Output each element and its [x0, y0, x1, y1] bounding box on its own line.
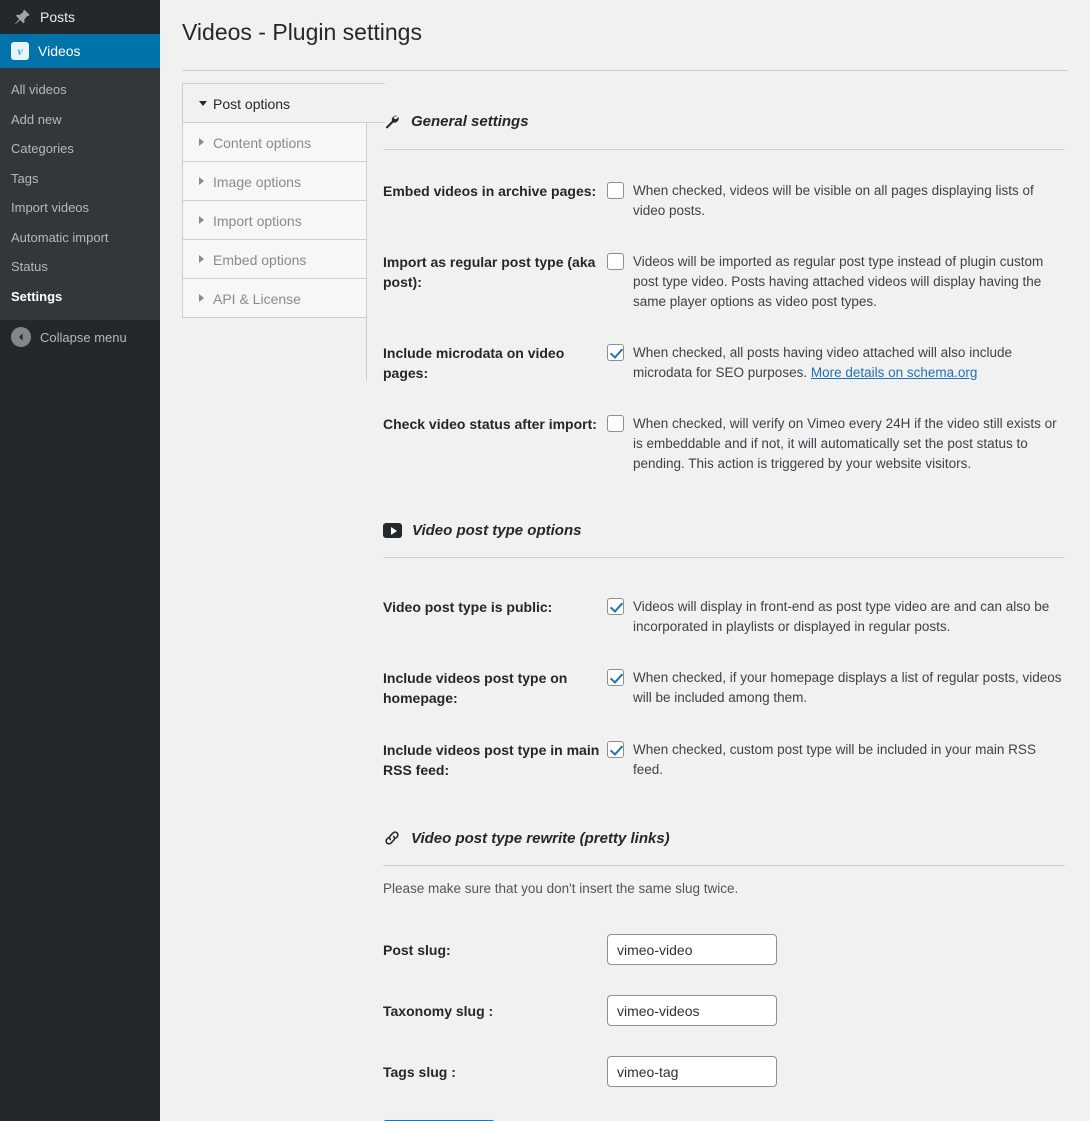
setting-label: Include microdata on video pages:	[383, 344, 565, 382]
setting-label: Import as regular post type (aka post):	[383, 253, 596, 291]
sidebar-submenu: All videos Add new Categories Tags Impor…	[0, 68, 160, 321]
sidebar-item-posts[interactable]: Posts	[0, 0, 160, 34]
section-title-video-post-type: Video post type options	[412, 522, 582, 540]
checkbox-import-regular-post-type[interactable]	[607, 252, 624, 270]
tab-post-options[interactable]: Post options	[182, 82, 385, 123]
sidebar-item-videos-label: Videos	[38, 43, 81, 59]
tags-slug-input[interactable]	[607, 1056, 777, 1088]
section-title-general: General settings	[411, 113, 529, 131]
sidebar-item-status[interactable]: Status	[0, 252, 160, 282]
setting-description: When checked, if your homepage displays …	[633, 670, 1062, 706]
tab-post-options-label: Post options	[213, 95, 291, 112]
setting-label: Embed videos in archive pages:	[383, 182, 597, 199]
sidebar-item-posts-label: Posts	[40, 9, 76, 25]
sidebar-item-add-new[interactable]: Add new	[0, 105, 160, 135]
setting-label: Include videos post type on homepage:	[383, 670, 568, 707]
wrench-icon	[383, 113, 401, 131]
setting-label: Video post type is public:	[383, 599, 553, 616]
chevron-right-icon	[199, 176, 204, 185]
sidebar-item-automatic-import[interactable]: Automatic import	[0, 223, 160, 253]
section-header-general: General settings	[383, 113, 1065, 131]
checkbox-homepage[interactable]	[607, 669, 624, 687]
tab-content-options-label: Content options	[213, 134, 312, 151]
chevron-right-icon	[199, 215, 204, 224]
field-label-tags-slug: Tags slug :	[383, 1063, 456, 1080]
collapse-menu-label: Collapse menu	[40, 329, 127, 345]
checkbox-rss[interactable]	[607, 740, 624, 758]
sidebar-item-tags[interactable]: Tags	[0, 164, 160, 194]
tab-api-license-label: API & License	[213, 290, 301, 307]
pin-icon	[11, 7, 31, 27]
tab-api-license[interactable]: API & License	[182, 277, 367, 318]
section-divider-video-post-type	[383, 557, 1065, 559]
collapse-menu-button[interactable]: Collapse menu	[0, 320, 160, 355]
field-row-post-slug: Post slug:	[383, 934, 1065, 966]
setting-row-homepage: Include videos post type on homepage: Wh…	[383, 667, 1065, 709]
section-header-rewrite: Video post type rewrite (pretty links)	[383, 829, 1065, 847]
setting-description: When checked, videos will be visible on …	[633, 182, 1034, 218]
chevron-right-icon	[199, 293, 204, 302]
setting-description: When checked, custom post type will be i…	[633, 741, 1036, 777]
chevron-right-icon	[199, 254, 204, 263]
tab-panel-divider	[366, 82, 367, 381]
setting-row-import-regular-post-type: Import as regular post type (aka post): …	[383, 251, 1065, 312]
setting-description: Videos will be imported as regular post …	[633, 253, 1044, 309]
rewrite-note: Please make sure that you don't insert t…	[383, 881, 739, 897]
setting-description: When checked, all posts having video att…	[633, 342, 1065, 383]
checkbox-microdata[interactable]	[607, 343, 624, 361]
tab-import-options-label: Import options	[213, 212, 302, 229]
chevron-down-icon	[199, 100, 207, 106]
chevron-left-circle-icon	[11, 327, 31, 348]
sidebar-item-all-videos[interactable]: All videos	[0, 75, 160, 105]
admin-page: Posts v Videos All videos Add new Catego…	[0, 0, 1090, 1121]
sidebar-item-settings[interactable]: Settings	[0, 282, 160, 312]
setting-row-microdata: Include microdata on video pages: When c…	[383, 342, 1065, 384]
setting-row-rss: Include videos post type in main RSS fee…	[383, 739, 1065, 781]
field-label-post-slug: Post slug:	[383, 941, 451, 958]
settings-content: General settings Embed videos in archive…	[367, 83, 1090, 1121]
tab-content-options[interactable]: Content options	[182, 121, 367, 162]
setting-description: Videos will display in front-end as post…	[633, 599, 1050, 635]
sidebar-item-videos[interactable]: v Videos	[0, 34, 168, 68]
setting-description: When checked, will verify on Vimeo every…	[633, 416, 1057, 472]
settings-panel: Post options Content options Image optio…	[160, 71, 1090, 1121]
vimeo-logo-icon: v	[11, 42, 29, 60]
setting-label: Check video status after import:	[383, 416, 597, 433]
section-title-rewrite: Video post type rewrite (pretty links)	[411, 829, 670, 847]
tab-import-options[interactable]: Import options	[182, 199, 367, 240]
setting-row-check-video-status: Check video status after import: When ch…	[383, 413, 1065, 474]
section-divider-rewrite	[383, 865, 1065, 867]
post-slug-input[interactable]	[607, 934, 777, 966]
section-divider-general	[383, 148, 1065, 150]
admin-sidebar: Posts v Videos All videos Add new Catego…	[0, 0, 168, 1121]
tab-image-options[interactable]: Image options	[182, 160, 367, 201]
taxonomy-slug-input[interactable]	[607, 995, 777, 1027]
tab-image-options-label: Image options	[213, 173, 301, 190]
field-label-taxonomy-slug: Taxonomy slug :	[383, 1002, 494, 1019]
field-row-taxonomy-slug: Taxonomy slug :	[383, 995, 1065, 1027]
setting-label: Include videos post type in main RSS fee…	[383, 741, 600, 779]
sidebar-item-categories[interactable]: Categories	[0, 134, 160, 164]
tab-embed-options[interactable]: Embed options	[182, 238, 367, 279]
sidebar-item-import-videos[interactable]: Import videos	[0, 193, 160, 223]
setting-row-embed-archive: Embed videos in archive pages: When chec…	[383, 180, 1065, 221]
page-title: Videos - Plugin settings	[182, 19, 422, 45]
main-content: Videos - Plugin settings Post options Co…	[160, 0, 1090, 1121]
link-icon	[383, 829, 401, 847]
checkbox-embed-archive[interactable]	[607, 181, 624, 199]
field-row-tags-slug: Tags slug :	[383, 1056, 1065, 1088]
checkbox-check-video-status[interactable]	[607, 415, 624, 433]
checkbox-public[interactable]	[607, 598, 624, 616]
settings-tab-nav: Post options Content options Image optio…	[160, 82, 385, 1121]
play-icon	[383, 523, 402, 539]
setting-row-public: Video post type is public: Videos will d…	[383, 596, 1065, 637]
tab-embed-options-label: Embed options	[213, 251, 307, 268]
schema-org-link[interactable]: More details on schema.org	[811, 365, 978, 380]
section-header-video-post-type: Video post type options	[383, 522, 1065, 539]
chevron-right-icon	[199, 137, 204, 146]
